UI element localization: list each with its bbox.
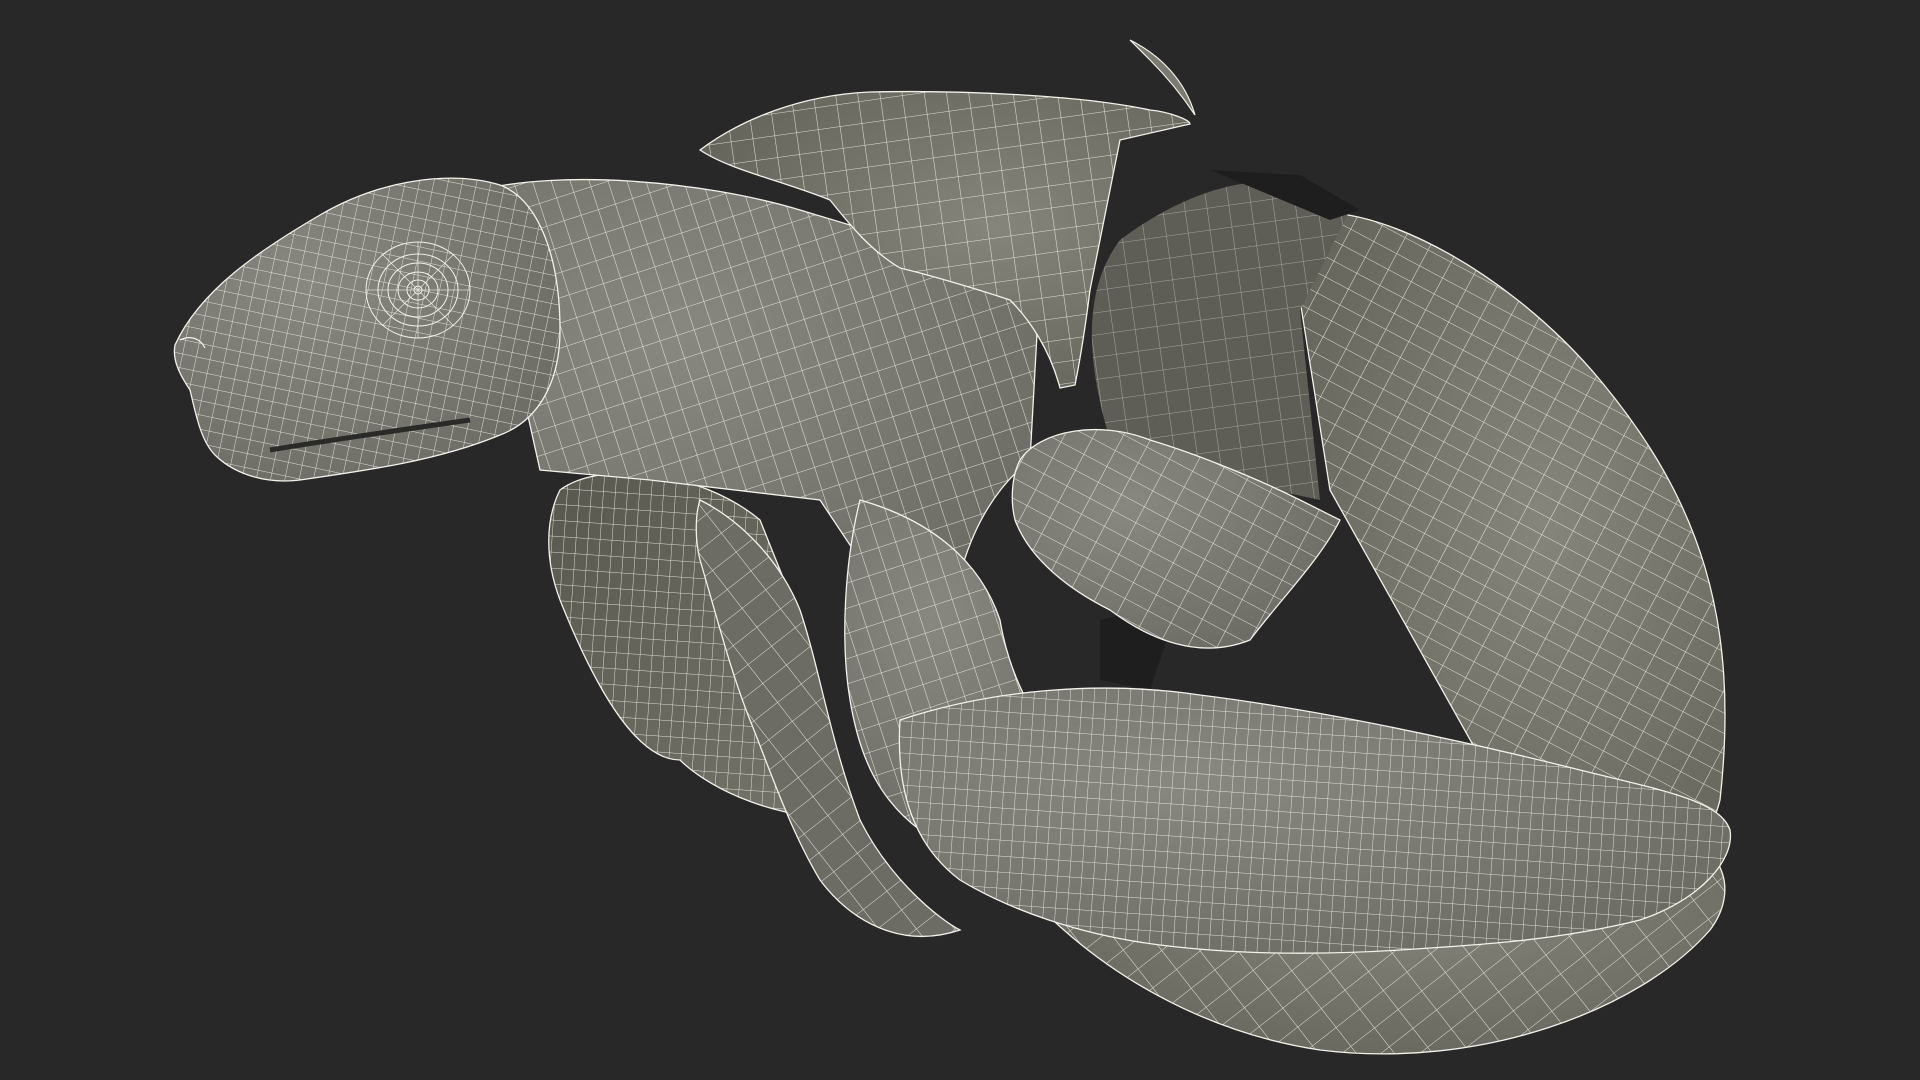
render-viewport xyxy=(0,0,1920,1080)
turtle-hatchling-wireframe-render xyxy=(173,39,1732,1055)
turtle-head xyxy=(173,177,561,482)
